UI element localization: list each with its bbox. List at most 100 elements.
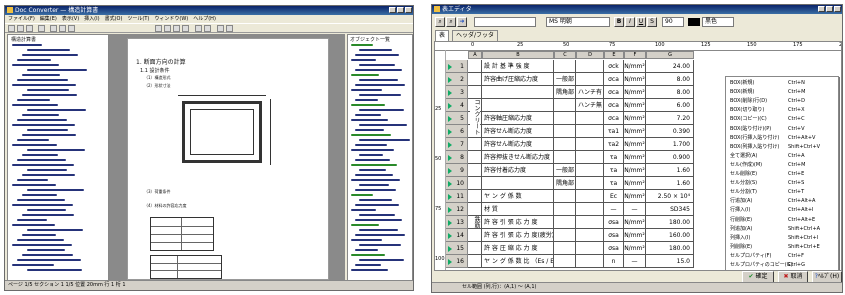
column-header[interactable]: A: [468, 51, 482, 59]
table-cell[interactable]: N/mm²: [624, 138, 646, 151]
object-item[interactable]: [359, 154, 383, 156]
object-item[interactable]: [351, 194, 373, 196]
table-cell[interactable]: [468, 86, 482, 99]
context-menu-item[interactable]: 列挿入(I) Shift+Ctrl+I: [730, 234, 836, 243]
context-menu-item[interactable]: 行削除(E) Ctrl+Alt+E: [730, 216, 836, 225]
object-item[interactable]: [355, 114, 381, 116]
object-item[interactable]: [351, 74, 379, 76]
outline-item[interactable]: [22, 134, 76, 136]
table-cell[interactable]: ヤ ン グ 係 数 比 （Es / Ec）: [482, 255, 554, 268]
table-cell[interactable]: [468, 138, 482, 151]
table-cell[interactable]: 6.00: [646, 99, 694, 112]
table-cell[interactable]: N/mm²: [624, 242, 646, 255]
table-cell[interactable]: [554, 138, 576, 151]
object-item[interactable]: [355, 264, 381, 266]
tab-table[interactable]: 表: [435, 30, 450, 41]
menu-edit[interactable]: 編集(E): [40, 15, 57, 23]
paste-icon[interactable]: [68, 25, 75, 32]
context-menu-item[interactable]: BOX(新規) Ctrl+M: [730, 88, 836, 97]
table-cell[interactable]: σca: [604, 73, 624, 86]
object-item[interactable]: [351, 254, 385, 256]
outline-item[interactable]: [12, 64, 59, 66]
column-header[interactable]: D: [576, 51, 604, 59]
table-cell[interactable]: N/mm²: [624, 60, 646, 73]
object-item[interactable]: [355, 189, 396, 191]
table-cell[interactable]: [468, 177, 482, 190]
context-menu-item[interactable]: BOX(新規) Ctrl+N: [730, 79, 836, 88]
table-cell[interactable]: 24.00: [646, 60, 694, 73]
object-item[interactable]: [355, 84, 405, 86]
object-item[interactable]: [359, 199, 392, 201]
help-icon[interactable]: [226, 25, 233, 32]
strike-button[interactable]: S: [647, 17, 657, 27]
outline-item[interactable]: [22, 174, 75, 176]
outline-item[interactable]: [27, 69, 87, 71]
outline-item[interactable]: [22, 214, 74, 216]
object-item[interactable]: [359, 244, 401, 246]
outline-item[interactable]: [17, 119, 67, 121]
table-cell[interactable]: 許容軸圧縮応力度: [482, 112, 554, 125]
table-cell[interactable]: 許容せん断応力度: [482, 138, 554, 151]
table-cell[interactable]: [482, 99, 554, 112]
menu-file[interactable]: ファイル(F): [8, 15, 35, 23]
table-cell[interactable]: [576, 125, 604, 138]
outline-item[interactable]: [27, 149, 85, 151]
outline-item[interactable]: [17, 139, 49, 141]
bold-button[interactable]: B: [614, 17, 624, 27]
table-cell[interactable]: [554, 203, 576, 216]
object-item[interactable]: [359, 94, 401, 96]
print-icon[interactable]: [38, 25, 45, 32]
context-menu-item[interactable]: セル分割(T) Ctrl+T: [730, 188, 836, 197]
menu-format[interactable]: 書式(O): [105, 15, 123, 23]
table-cell[interactable]: 許容せん断応力度: [482, 125, 554, 138]
table-cell[interactable]: 8.00: [646, 86, 694, 99]
row-header[interactable]: 1: [446, 60, 468, 73]
table-cell[interactable]: [576, 151, 604, 164]
open-icon[interactable]: [17, 25, 24, 32]
table-cell[interactable]: [576, 242, 604, 255]
editor-maximize-button[interactable]: [826, 6, 833, 12]
row-header[interactable]: 14: [446, 229, 468, 242]
table-cell[interactable]: 2.50 × 10⁴: [646, 190, 694, 203]
table-cell[interactable]: [468, 229, 482, 242]
outline-item[interactable]: [12, 104, 58, 106]
table-cell[interactable]: 0.900: [646, 151, 694, 164]
context-menu-item[interactable]: 列追加(A) Shift+Ctrl+A: [730, 225, 836, 234]
table-cell[interactable]: SD345: [646, 203, 694, 216]
editor-close-button[interactable]: [834, 6, 841, 12]
table-cell[interactable]: N/mm²: [624, 164, 646, 177]
table-cell[interactable]: [482, 86, 554, 99]
object-item[interactable]: [351, 209, 376, 211]
table-cell[interactable]: [468, 255, 482, 268]
table-cell[interactable]: [576, 177, 604, 190]
object-item[interactable]: [355, 219, 402, 221]
object-item[interactable]: [351, 239, 382, 241]
context-menu-item[interactable]: BOX(貼り付け)(P) Ctrl+V: [730, 125, 836, 134]
next-page-icon[interactable]: [173, 25, 180, 32]
table-cell[interactable]: 許容曲げ圧縮応力度: [482, 73, 554, 86]
context-menu-item[interactable]: BOX(行挿入貼り付け) Ctrl+Alt+V: [730, 134, 836, 143]
table-cell[interactable]: σca: [604, 112, 624, 125]
maximize-button[interactable]: [397, 7, 404, 13]
outline-item[interactable]: [17, 239, 64, 241]
zoom-icon[interactable]: ⌕: [435, 17, 445, 27]
table-cell[interactable]: ヤ ン グ 係 数: [482, 190, 554, 203]
table-cell[interactable]: [576, 164, 604, 177]
table-cell[interactable]: τa: [604, 177, 624, 190]
column-header[interactable]: G: [646, 51, 694, 59]
font-dropdown[interactable]: MS 明朝: [546, 17, 610, 27]
table-cell[interactable]: [576, 73, 604, 86]
context-menu-item[interactable]: セル(作成)(M) Ctrl+M: [730, 161, 836, 170]
row-header[interactable]: 8: [446, 151, 468, 164]
table-cell[interactable]: 隅角部: [554, 177, 576, 190]
table-cell[interactable]: 一般部: [554, 164, 576, 177]
outline-item[interactable]: [12, 124, 75, 126]
tab-header-footer[interactable]: ヘッダ/フッタ: [452, 30, 499, 41]
outline-item[interactable]: [27, 49, 70, 51]
table-cell[interactable]: [468, 60, 482, 73]
table-cell[interactable]: [554, 112, 576, 125]
cut-icon[interactable]: [50, 25, 57, 32]
table-cell[interactable]: [576, 112, 604, 125]
outline-item[interactable]: [12, 184, 56, 186]
table-cell[interactable]: [468, 242, 482, 255]
